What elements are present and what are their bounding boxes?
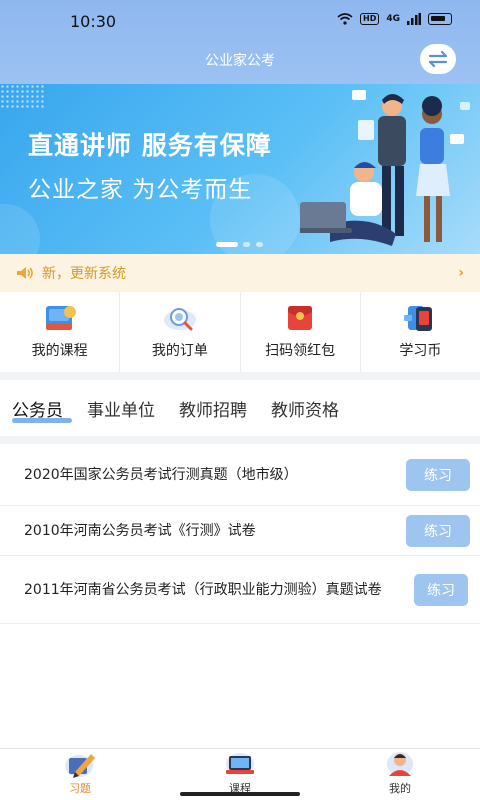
banner-headline: 直通讲师 服务有保障 [28,131,272,160]
top-bar: 10:30 HD 4G 公业家公考 [0,0,480,84]
speaker-icon [17,267,33,279]
people-illustration [300,90,470,246]
laptop-course-icon [226,753,254,775]
quick-item-study-coins[interactable]: 学习币 [361,292,480,372]
swap-arrows-icon [428,51,448,67]
quick-label: 学习币 [399,343,442,359]
list-item[interactable]: 2011年河南省公务员考试（行政职业能力测验）真题试卷 练习 [0,556,480,624]
active-tab-indicator [12,418,72,423]
red-envelope-icon [288,306,313,330]
quick-label: 我的订单 [151,343,208,359]
section-divider [0,436,480,444]
nav-label: 习题 [69,782,91,795]
practice-button[interactable]: 练习 [406,458,470,491]
signal-icon [407,13,421,25]
promo-banner[interactable]: 直通讲师 服务有保障 公业之家 为公考而生 [0,84,480,254]
nav-label: 我的 [389,782,411,795]
banner-dot-pattern [0,84,46,110]
list-item[interactable]: 2020年国家公务员考试行测真题（地市级） 练习 [0,444,480,506]
nav-item-profile[interactable]: 我的 [320,749,480,800]
quick-label: 扫码领红包 [265,343,336,359]
app-title: 公业家公考 [205,53,275,69]
quick-item-scan-red-envelope[interactable]: 扫码领红包 [241,292,361,372]
nav-item-exercises[interactable]: 习题 [0,749,160,800]
pencil-paper-icon [65,754,95,778]
practice-button[interactable]: 练习 [414,573,468,606]
battery-icon [428,13,452,25]
exam-title: 2011年河南省公务员考试（行政职业能力测验）真题试卷 [24,581,382,598]
book-icon [45,306,76,330]
home-indicator [180,792,300,796]
exam-title: 2020年国家公务员考试行测真题（地市级） [24,466,298,483]
carousel-indicator-active[interactable] [216,242,238,247]
carousel-indicator[interactable] [243,242,250,247]
hd-badge: HD [360,13,380,25]
wifi-icon [337,13,353,25]
category-tabs: 公务员 事业单位 教师招聘 教师资格 [0,380,480,436]
practice-button[interactable]: 练习 [406,514,470,547]
coin-phone-icon [404,306,433,331]
quick-item-my-courses[interactable]: 我的课程 [0,292,121,372]
order-search-icon [163,308,196,331]
quick-menu: 我的课程 我的订单 扫码领红包 学习币 [0,292,480,372]
user-avatar-icon [387,752,413,776]
status-time: 10:30 [70,12,117,31]
tab-teacher-recruitment[interactable]: 教师招聘 [179,390,247,427]
status-icons: HD 4G [337,13,452,25]
notice-text: 新，更新系统 [42,266,126,282]
switch-button[interactable] [420,44,456,74]
notice-bar[interactable]: 新，更新系统 › [0,254,480,292]
network-label: 4G [386,14,400,24]
list-item[interactable]: 2010年河南公务员考试《行测》试卷 练习 [0,506,480,556]
section-divider [0,372,480,380]
carousel-indicator[interactable] [256,242,263,247]
tab-public-institution[interactable]: 事业单位 [87,390,155,427]
quick-item-my-orders[interactable]: 我的订单 [120,292,241,372]
tab-teacher-qualification[interactable]: 教师资格 [271,390,339,427]
exam-title: 2010年河南公务员考试《行测》试卷 [24,522,256,539]
banner-bubble [0,204,40,254]
banner-subline: 公业之家 为公考而生 [28,177,253,203]
chevron-right-icon: › [458,265,464,281]
quick-label: 我的课程 [31,343,88,359]
